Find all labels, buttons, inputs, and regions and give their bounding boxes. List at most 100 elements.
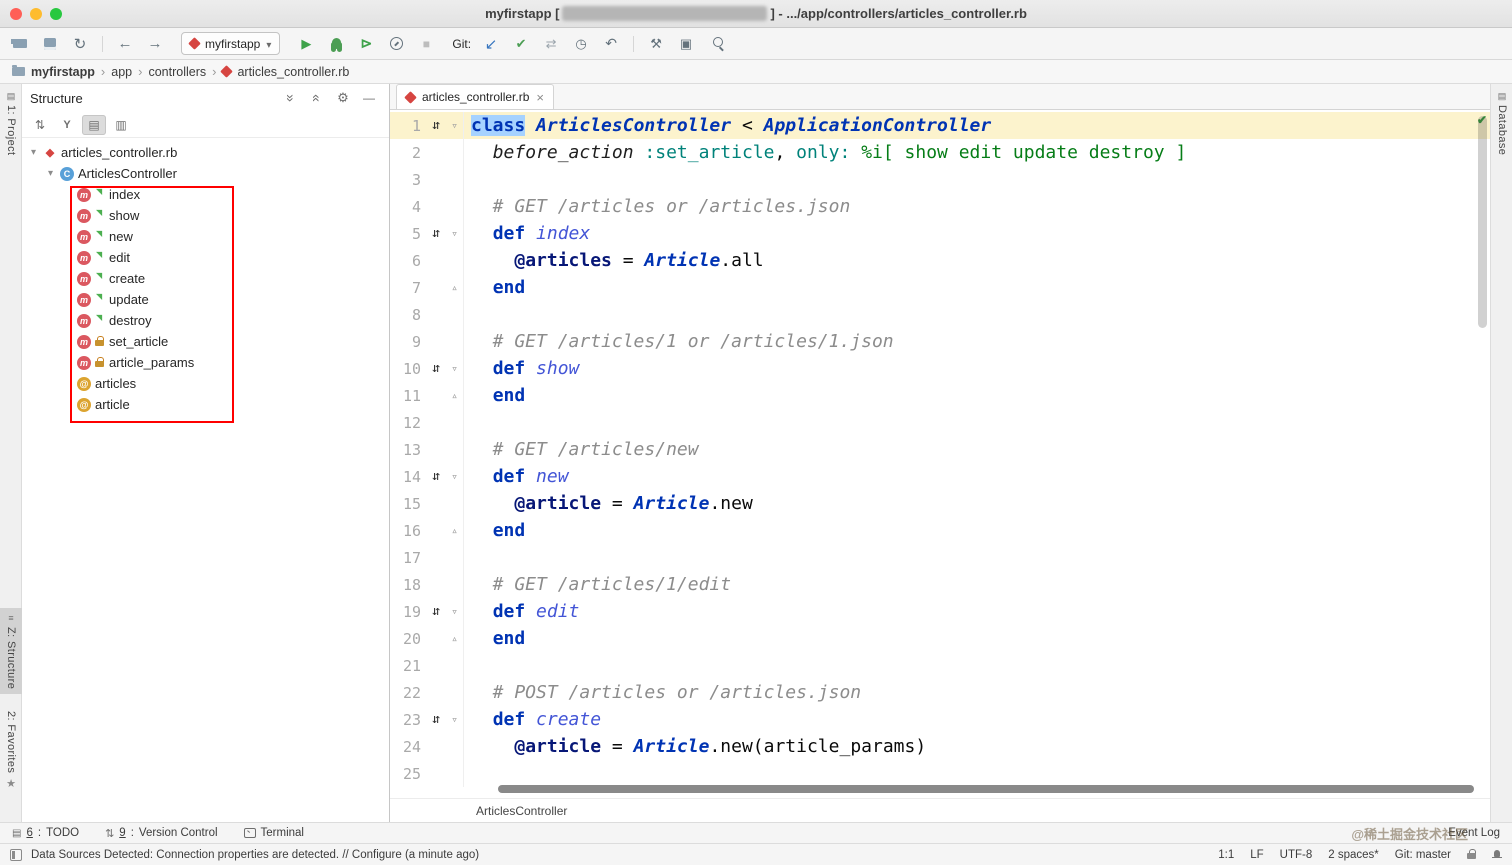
code-line[interactable]: 21: [390, 652, 1490, 679]
status-widget[interactable]: LF: [1250, 849, 1263, 861]
code-line[interactable]: 12: [390, 409, 1490, 436]
structure-tree-row[interactable]: update: [22, 289, 389, 310]
toolwindow-button-database[interactable]: ▤ Database: [1491, 86, 1512, 160]
profile-icon[interactable]: [384, 33, 408, 55]
minimize-window-button[interactable]: [30, 7, 42, 20]
wrench-icon[interactable]: [644, 33, 668, 55]
fold-marker-icon[interactable]: ▿: [446, 112, 464, 139]
toolwindow-toggle-icon[interactable]: [10, 848, 22, 861]
fold-marker-icon[interactable]: [446, 679, 464, 706]
run-configuration-select[interactable]: myfirstapp: [181, 32, 281, 55]
fold-marker-icon[interactable]: [446, 760, 464, 787]
back-icon[interactable]: [113, 33, 137, 55]
status-widget[interactable]: 1:1: [1218, 849, 1234, 861]
lock-icon[interactable]: [1467, 849, 1476, 860]
fold-marker-icon[interactable]: [446, 436, 464, 463]
structure-tree-row[interactable]: edit: [22, 247, 389, 268]
sort-by-visibility-icon[interactable]: [28, 115, 52, 135]
hide-panel-icon[interactable]: [357, 87, 381, 109]
show-fields-icon[interactable]: [109, 115, 133, 135]
fold-marker-icon[interactable]: ▿: [446, 706, 464, 733]
code-line[interactable]: 25: [390, 760, 1490, 787]
status-widget[interactable]: Git: master: [1395, 849, 1451, 861]
zoom-window-button[interactable]: [50, 7, 62, 20]
structure-tree-row[interactable]: article: [22, 394, 389, 415]
editor-breadcrumb[interactable]: ArticlesController: [390, 798, 1490, 822]
run-icon[interactable]: [294, 33, 318, 55]
fold-marker-icon[interactable]: [446, 409, 464, 436]
expander-icon[interactable]: [28, 147, 39, 158]
fold-marker-icon[interactable]: [446, 652, 464, 679]
rails-action-gutter-icon[interactable]: [426, 361, 446, 376]
rails-action-gutter-icon[interactable]: [426, 469, 446, 484]
structure-tree-row[interactable]: destroy: [22, 310, 389, 331]
code-line[interactable]: 10 ▿ def show: [390, 355, 1490, 382]
tool-window-button-todo[interactable]: 6 : TODO: [12, 827, 79, 839]
code-line[interactable]: 19 ▿ def edit: [390, 598, 1490, 625]
rails-action-gutter-icon[interactable]: [426, 712, 446, 727]
code-line[interactable]: 8: [390, 301, 1490, 328]
structure-tree-row[interactable]: articles: [22, 373, 389, 394]
run-with-coverage-icon[interactable]: [354, 33, 378, 55]
collapse-all-icon[interactable]: [305, 87, 329, 109]
fold-marker-icon[interactable]: [446, 193, 464, 220]
stop-icon[interactable]: [414, 33, 438, 55]
fold-marker-icon[interactable]: [446, 490, 464, 517]
fold-marker-icon[interactable]: [446, 166, 464, 193]
fold-marker-icon[interactable]: ▵: [446, 625, 464, 652]
show-methods-icon[interactable]: [82, 114, 106, 135]
editor-tab[interactable]: articles_controller.rb: [396, 84, 554, 109]
fold-marker-icon[interactable]: [446, 301, 464, 328]
breadcrumb-item[interactable]: app: [111, 65, 132, 79]
code-line[interactable]: 7 ▵ end: [390, 274, 1490, 301]
code-line[interactable]: 23 ▿ def create: [390, 706, 1490, 733]
status-widget[interactable]: 2 spaces*: [1328, 849, 1379, 861]
fold-marker-icon[interactable]: [446, 139, 464, 166]
expand-all-icon[interactable]: [279, 87, 303, 109]
expander-icon[interactable]: [45, 168, 56, 179]
open-project-icon[interactable]: [8, 33, 32, 55]
console-icon[interactable]: [674, 33, 698, 55]
code-line[interactable]: 9 # GET /articles/1 or /articles/1.json: [390, 328, 1490, 355]
compare-icon[interactable]: [539, 33, 563, 55]
structure-tree-row[interactable]: set_article: [22, 331, 389, 352]
synchronize-icon[interactable]: [68, 33, 92, 55]
history-icon[interactable]: [569, 33, 593, 55]
code-line[interactable]: 4 # GET /articles or /articles.json: [390, 193, 1490, 220]
breadcrumb-item[interactable]: articles_controller.rb: [220, 65, 349, 79]
code-line[interactable]: 5 ▿ def index: [390, 220, 1490, 247]
fold-marker-icon[interactable]: ▿: [446, 355, 464, 382]
structure-tree-row[interactable]: article_params: [22, 352, 389, 373]
gear-icon[interactable]: [331, 87, 355, 109]
fold-marker-icon[interactable]: ▵: [446, 274, 464, 301]
code-line[interactable]: 11 ▵ end: [390, 382, 1490, 409]
fold-marker-icon[interactable]: [446, 571, 464, 598]
update-project-icon[interactable]: [479, 33, 503, 55]
fold-marker-icon[interactable]: ▿: [446, 220, 464, 247]
code-line[interactable]: 6 @articles = Article.all: [390, 247, 1490, 274]
save-all-icon[interactable]: [38, 33, 62, 55]
code-editor[interactable]: 1 ▿ class ArticlesController < Applicati…: [390, 110, 1490, 798]
horizontal-scrollbar[interactable]: [498, 785, 1474, 793]
code-line[interactable]: 14 ▿ def new: [390, 463, 1490, 490]
tab-close-icon[interactable]: [536, 91, 544, 104]
fold-marker-icon[interactable]: [446, 544, 464, 571]
rails-action-gutter-icon[interactable]: [426, 118, 446, 133]
structure-tree-row[interactable]: new: [22, 226, 389, 247]
breadcrumb-item[interactable]: controllers: [148, 65, 206, 79]
toolwindow-button-project[interactable]: ▤ 1: Project: [0, 86, 22, 160]
code-line[interactable]: 20 ▵ end: [390, 625, 1490, 652]
vertical-scrollbar[interactable]: [1478, 116, 1487, 328]
structure-tree-row[interactable]: ArticlesController: [22, 163, 389, 184]
structure-tree-row[interactable]: index: [22, 184, 389, 205]
toolwindow-button-structure[interactable]: ≡ Z: Structure: [0, 608, 22, 695]
commit-icon[interactable]: [509, 33, 533, 55]
code-line[interactable]: 3: [390, 166, 1490, 193]
code-line[interactable]: 18 # GET /articles/1/edit: [390, 571, 1490, 598]
code-line[interactable]: 24 @article = Article.new(article_params…: [390, 733, 1490, 760]
structure-tree-row[interactable]: show: [22, 205, 389, 226]
forward-icon[interactable]: [143, 33, 167, 55]
fold-marker-icon[interactable]: ▵: [446, 517, 464, 544]
fold-marker-icon[interactable]: [446, 733, 464, 760]
status-widget[interactable]: UTF-8: [1280, 849, 1313, 861]
